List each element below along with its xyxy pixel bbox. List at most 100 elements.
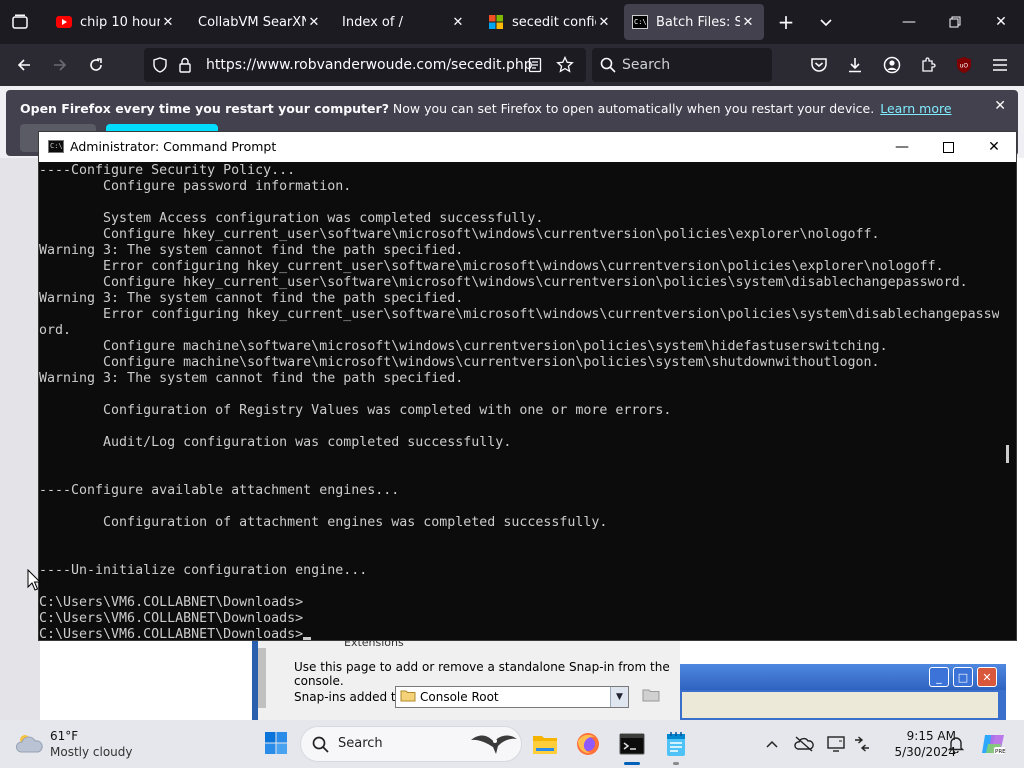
minimize-icon[interactable]: _ [929, 667, 949, 687]
browse-folder-icon[interactable] [642, 688, 660, 704]
browser-tab-2[interactable]: CollabVM SearXNG ✕ [190, 4, 330, 40]
restore-icon[interactable] [932, 0, 978, 44]
close-icon[interactable]: ✕ [971, 132, 1017, 162]
reader-view-icon[interactable] [528, 57, 542, 76]
console-line: Warning 3: The system cannot find the pa… [39, 371, 464, 386]
menu-icon[interactable] [984, 49, 1016, 81]
tab-title: Index of / [342, 14, 403, 30]
close-window-icon[interactable]: ✕ [978, 0, 1024, 44]
tab-close-icon[interactable]: ✕ [160, 15, 176, 30]
ublock-origin-icon[interactable]: uO [948, 49, 980, 81]
tab-close-icon[interactable]: ✕ [450, 15, 466, 30]
shield-icon[interactable] [152, 57, 168, 76]
svg-text:PRE: PRE [995, 749, 1006, 755]
close-icon[interactable]: ✕ [977, 667, 997, 687]
extensions-icon[interactable] [912, 49, 944, 81]
url-bar[interactable]: https://www.robvanderwoude.com/secedit.p… [144, 48, 586, 82]
notification-bell-icon[interactable] [944, 732, 968, 756]
network-icon[interactable] [850, 732, 874, 756]
console-line: C:\Users\VM6.COLLABNET\Downloads> [39, 611, 304, 626]
maximize-icon[interactable]: □ [953, 667, 973, 687]
learn-more-link[interactable]: Learn more [880, 101, 951, 116]
start-button[interactable] [260, 728, 292, 760]
svg-text:uO: uO [960, 63, 969, 70]
forward-icon[interactable] [44, 49, 76, 81]
firefox-icon[interactable] [572, 728, 604, 760]
tab-close-icon[interactable]: ✕ [596, 15, 612, 30]
file-explorer-icon[interactable] [529, 728, 561, 760]
browser-tab-5[interactable]: C:\ Batch Files: SeC ✕ [624, 4, 764, 40]
console-line: ----Configure Security Policy... [39, 163, 296, 178]
combo-value: Console Root [420, 690, 499, 704]
chevron-down-icon[interactable]: ▼ [610, 687, 628, 707]
command-prompt-window: C:\ Administrator: Command Prompt — ✕ --… [38, 131, 1017, 641]
console-line: ord. [39, 323, 72, 338]
browser-nav-bar: https://www.robvanderwoude.com/secedit.p… [0, 44, 1024, 86]
windows-taskbar: 61°F Mostly cloudy Search 9:15 AM 5/30/2… [0, 720, 1024, 768]
search-icon [600, 57, 616, 76]
running-app-indicator [673, 762, 679, 765]
weather-widget[interactable]: 61°F Mostly cloudy [14, 728, 154, 760]
scrollbar-thumb[interactable] [1006, 445, 1009, 463]
console-line: ----Un-initialize configuration engine..… [39, 563, 368, 578]
tab-close-icon[interactable]: ✕ [306, 15, 322, 30]
notepad-icon[interactable] [660, 728, 692, 760]
search-bar[interactable]: Search [592, 48, 772, 82]
console-line: Configure machine\software\microsoft\win… [39, 339, 888, 354]
minimize-icon[interactable]: — [879, 132, 925, 162]
tab-list-icon[interactable] [4, 6, 36, 38]
cmd-title-bar[interactable]: C:\ Administrator: Command Prompt — ✕ [39, 132, 1016, 162]
chevron-down-icon[interactable] [810, 6, 842, 38]
command-prompt-taskbar-icon[interactable] [616, 728, 648, 760]
search-placeholder: Search [622, 57, 671, 73]
tab-title: chip 10 hours - [80, 14, 160, 30]
taskbar-search-placeholder: Search [338, 736, 383, 751]
tab-title: Batch Files: SeC [656, 14, 740, 30]
browser-tab-3[interactable]: Index of / ✕ [334, 4, 474, 40]
tab-close-icon[interactable]: ✕ [740, 15, 756, 30]
console-line: Configuration of Registry Values was com… [39, 403, 672, 418]
taskbar-search[interactable]: Search [300, 726, 522, 762]
account-icon[interactable] [876, 49, 908, 81]
youtube-icon [56, 14, 72, 30]
search-icon [312, 736, 329, 756]
chevron-up-icon[interactable] [760, 732, 784, 756]
console-output[interactable]: ----Configure Security Policy... Configu… [39, 162, 999, 640]
console-scrollbar[interactable] [999, 162, 1016, 640]
lock-icon[interactable] [178, 57, 192, 76]
url-text: https://www.robvanderwoude.com/secedit.p… [206, 57, 533, 73]
mmc-description: Use this page to add or remove a standal… [294, 660, 670, 688]
tab-title: CollabVM SearXNG [198, 14, 306, 30]
onedrive-offline-icon[interactable] [792, 732, 816, 756]
notification-close-icon[interactable]: ✕ [994, 98, 1006, 114]
mmc-title-bar: _ □ ✕ [680, 664, 1006, 690]
display-icon[interactable] [824, 732, 848, 756]
download-icon[interactable] [839, 49, 871, 81]
minimize-icon[interactable]: — [886, 0, 932, 44]
microsoft-icon [488, 14, 504, 30]
copilot-icon[interactable]: PRE [978, 729, 1008, 759]
snapins-added-combo[interactable]: Console Root ▼ [395, 686, 629, 708]
maximize-icon[interactable] [925, 132, 971, 162]
browser-tab-1[interactable]: chip 10 hours - ✕ [48, 4, 184, 40]
pocket-icon[interactable] [803, 49, 835, 81]
back-icon[interactable] [8, 49, 40, 81]
snapins-added-label: Snap-ins added to: [294, 690, 408, 704]
bookmark-star-icon[interactable] [556, 55, 574, 77]
svg-text:C:\: C:\ [634, 18, 647, 26]
browser-tab-4[interactable]: secedit configu ✕ [480, 4, 620, 40]
reload-icon[interactable] [80, 49, 112, 81]
console-line: Configure password information. [39, 179, 352, 194]
new-tab-icon[interactable]: + [770, 6, 802, 38]
console-line: Warning 3: The system cannot find the pa… [39, 291, 464, 306]
console-line: Configure hkey_current_user\software\mic… [39, 227, 880, 242]
text-cursor [303, 637, 312, 640]
cmd-window-title: Administrator: Command Prompt [70, 139, 277, 154]
